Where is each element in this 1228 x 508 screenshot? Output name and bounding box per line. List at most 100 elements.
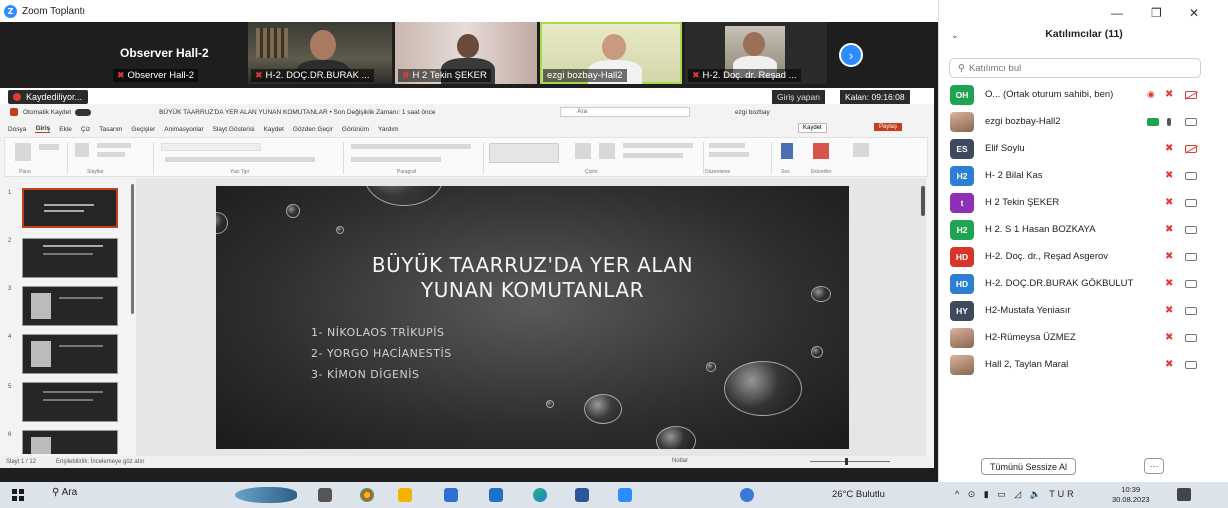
mic-muted-icon[interactable]: ✖ [1165,251,1173,262]
notification-icon[interactable] [1177,488,1191,501]
mic-muted-icon[interactable]: ✖ [1165,197,1173,208]
participant-row[interactable]: OH O... (Ortak oturum sahibi, ben) ◉ ✖ [939,81,1228,108]
dictate-mic-icon[interactable] [781,143,793,159]
mic-muted-icon[interactable]: ✖ [1165,170,1173,181]
designer-icon[interactable] [853,143,869,157]
ribbon-tool[interactable] [97,152,125,157]
participant-row[interactable]: ezgi bozbay-Hall2 [939,108,1228,135]
ribbon-tool[interactable] [39,144,59,150]
app-icon[interactable] [740,488,754,502]
weather-widget[interactable]: 26°C Bulutlu [832,489,885,500]
menu-item[interactable]: Gözden Geçir [293,126,333,133]
task-view-icon[interactable] [318,488,332,502]
camera-on-icon[interactable] [1185,117,1197,126]
canvas-scrollbar[interactable] [921,186,925,216]
shape-fill-tools[interactable] [623,143,693,148]
file-explorer-icon[interactable] [398,488,412,502]
menu-item[interactable]: Geçişler [131,126,155,133]
addins-icon[interactable] [813,143,829,159]
close-icon[interactable]: ✕ [1189,6,1199,20]
camera-icon[interactable] [1185,360,1197,369]
participant-row[interactable]: ES Elif Soylu ✖ [939,135,1228,162]
mic-muted-icon[interactable]: ✖ [1165,359,1173,370]
word-icon[interactable] [575,488,589,502]
zoom-slider-thumb[interactable] [845,458,848,465]
next-page-arrow-icon[interactable]: › [839,43,863,67]
ppt-share-button[interactable]: Paylaş [874,123,903,131]
slide-thumbnail[interactable] [22,286,118,326]
chrome-icon[interactable] [360,488,374,502]
quick-styles-icon[interactable] [599,143,615,159]
menu-item[interactable]: Çiz [81,126,90,133]
video-tile-2[interactable]: ✖ H 2 Tekin ŞEKER [395,22,537,84]
mic-on-icon[interactable] [1167,117,1171,126]
ribbon-tool[interactable] [97,143,131,148]
menu-item[interactable]: Kaydet [264,126,284,133]
menu-item[interactable]: Animasyonlar [164,126,203,133]
zoom-taskbar-icon[interactable] [618,488,632,502]
thumbnail-scrollbar[interactable] [131,184,134,314]
edge-icon[interactable] [533,488,547,502]
mic-muted-icon[interactable]: ✖ [1165,224,1173,235]
paste-icon[interactable] [15,143,31,161]
slide-thumbnail[interactable] [22,188,118,228]
video-tile-4[interactable]: ✖ H-2. Doç. dr. Reşad ... [685,22,827,84]
menu-item[interactable]: Ekle [59,126,72,133]
font-tools[interactable] [165,157,315,162]
store-icon[interactable] [444,488,458,502]
menu-item[interactable]: Yardım [378,126,398,133]
camera-off-icon[interactable] [1185,144,1197,153]
paragraph-tools[interactable] [351,157,441,162]
participant-row[interactable]: H2 H 2. S 1 Hasan BOZKAYA ✖ [939,216,1228,243]
camera-icon[interactable] [1185,171,1197,180]
participant-row[interactable]: HD H-2. DOÇ.DR.BURAK GÖKBULUT ✖ [939,270,1228,297]
taskbar-clock[interactable]: 10:39 30.08.2023 [1112,485,1150,505]
menu-item[interactable]: Görünüm [342,126,369,133]
ppt-search-input[interactable]: Ara [560,107,690,117]
video-tile-1[interactable]: ✖ H-2. DOÇ.DR.BURAK ... [248,22,392,84]
camera-icon[interactable] [1185,279,1197,288]
camera-icon[interactable] [1185,225,1197,234]
mic-muted-icon[interactable]: ✖ [1165,332,1173,343]
menu-item[interactable]: Tasarım [99,126,122,133]
accessibility-status[interactable]: Erişilebilirlik: İncelemeye göz atın [56,459,144,465]
taskbar-search[interactable]: ⚲ Ara [52,487,77,498]
minimize-icon[interactable]: — [1111,6,1123,20]
slide-thumbnail[interactable] [22,430,118,454]
zoom-slider-track[interactable] [810,461,890,462]
participant-row[interactable]: t H 2 Tekin ŞEKER ✖ [939,189,1228,216]
arrange-icon[interactable] [575,143,591,159]
mic-muted-icon[interactable]: ✖ [1165,305,1173,316]
shape-outline-tools[interactable] [623,153,683,158]
slide-thumbnail[interactable] [22,382,118,422]
mic-muted-icon[interactable]: ✖ [1165,89,1173,100]
menu-item[interactable]: Slayt Gösterisi [213,126,255,133]
participant-row[interactable]: HY H2-Mustafa Yeniasır ✖ [939,297,1228,324]
menu-item-active[interactable]: Giriş [35,125,51,133]
search-highlight-image[interactable] [235,487,297,503]
restore-icon[interactable]: ❐ [1151,6,1162,20]
shapes-gallery[interactable] [489,143,559,163]
mail-icon[interactable] [489,488,503,502]
system-tray[interactable]: ^ ⊙ ▮ ▭ ◿ 🔈 TUR [955,489,1077,500]
new-slide-icon[interactable] [75,143,89,157]
camera-icon[interactable] [1185,252,1197,261]
notes-button[interactable]: Notlar [672,458,688,464]
paragraph-tools[interactable] [351,144,471,149]
camera-icon[interactable] [1185,306,1197,315]
windows-start-icon[interactable] [12,489,24,501]
find-tool[interactable] [709,143,745,148]
mic-muted-icon[interactable]: ✖ [1165,278,1173,289]
autosave-toggle[interactable] [75,108,92,116]
participant-search-input[interactable]: ⚲ Katılımcı bul [949,58,1201,78]
camera-off-icon[interactable] [1185,90,1197,99]
camera-icon[interactable] [1185,333,1197,342]
video-tile-3[interactable]: ezgi bozbay-Hall2 [540,22,682,84]
replace-tool[interactable] [709,152,749,157]
more-options-button[interactable]: ⋯ [1144,458,1164,474]
participant-row[interactable]: Hall 2, Taylan Maral ✖ [939,351,1228,378]
mic-muted-icon[interactable]: ✖ [1165,143,1173,154]
slide-thumbnail[interactable] [22,238,118,278]
participant-row[interactable]: H2 H- 2 Bilal Kas ✖ [939,162,1228,189]
ppt-record-button[interactable]: Kaydet [798,123,827,133]
